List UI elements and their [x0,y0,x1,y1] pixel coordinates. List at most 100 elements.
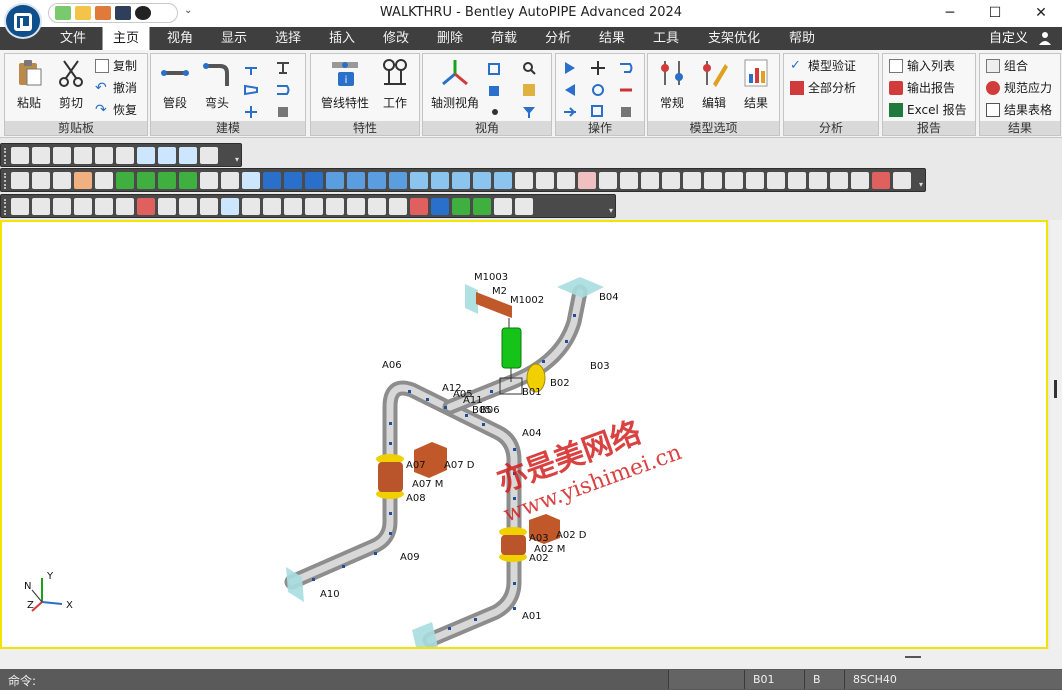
move-icon[interactable] [590,60,606,76]
copy-segment-icon[interactable] [590,104,606,120]
work-button[interactable]: 工作 [375,58,415,111]
zoom-icon[interactable] [521,60,537,76]
show-temp-icon[interactable] [578,172,596,189]
run-icon[interactable] [11,198,29,215]
result-table-button[interactable]: 结果表格 [986,100,1052,120]
close-button[interactable]: ✕ [1029,2,1053,24]
show-ruler-icon[interactable] [893,172,911,189]
show-reducer-icon[interactable] [746,172,764,189]
lock-icon[interactable] [221,172,239,189]
view-bottom-icon[interactable] [431,172,449,189]
shade-icon[interactable] [242,172,260,189]
support-icon[interactable] [275,60,291,76]
redo-button[interactable]: ↷ 恢复 [95,100,137,120]
user-account-icon[interactable] [1038,31,1052,45]
general-options-button[interactable]: 常规 [652,58,692,111]
single-view-icon[interactable] [263,172,281,189]
toolbar-grip[interactable] [4,148,7,164]
arrow-down-icon[interactable] [179,172,197,189]
pipe-properties-button[interactable]: i 管线特性 [317,58,373,111]
show-joint-icon[interactable] [767,172,785,189]
tab-tools[interactable]: 工具 [644,27,688,50]
insert-point-icon[interactable] [562,104,578,120]
piping-model-graphic[interactable]: M1003 M2 M1002 B04 B03 B02 B01 A06 A12 A… [2,222,1046,647]
arrow-up-icon[interactable] [158,172,176,189]
reducer-icon[interactable] [243,82,259,98]
minimize-button[interactable]: ─ [938,2,962,24]
support-tb-icon[interactable] [179,198,197,215]
results-options-button[interactable]: 结果 [736,58,776,111]
app-logo-icon[interactable] [4,3,42,39]
sound-icon[interactable] [515,198,533,215]
show-valve-icon[interactable] [704,172,722,189]
show-wind-icon[interactable] [851,172,869,189]
cut-button[interactable]: 剪切 [51,58,91,111]
spring-hanger[interactable] [501,327,522,369]
show-tee-icon[interactable] [725,172,743,189]
bend-button[interactable]: 弯头 [197,58,237,111]
copy-button[interactable]: 复制 [95,56,137,76]
cut-pipe-icon[interactable] [158,198,176,215]
anchor-b04[interactable] [557,277,604,298]
show-anchor-icon[interactable] [641,172,659,189]
friction-icon[interactable] [200,147,218,164]
view-top-icon[interactable] [410,172,428,189]
show-supports-icon[interactable] [515,172,533,189]
imposed-disp-icon[interactable] [305,198,323,215]
tab-view[interactable]: 视角 [158,27,202,50]
cube-front-icon[interactable] [487,82,503,98]
bend-tb-icon[interactable] [32,198,50,215]
output-report-button[interactable]: 输出报告 [889,78,955,98]
anchor-tb-icon[interactable] [200,198,218,215]
tab-results[interactable]: 结果 [590,27,634,50]
show-pressure-icon[interactable] [599,172,617,189]
excel-report-button[interactable]: Excel 报告 [889,100,967,120]
beam-tb-icon[interactable] [494,198,512,215]
tab-help[interactable]: 帮助 [778,27,826,50]
combination-button[interactable]: 组合 [986,56,1028,76]
points-view-icon[interactable] [487,104,503,120]
tab-display[interactable]: 显示 [212,27,256,50]
splitter-grip-icon[interactable] [1054,380,1057,398]
tab-insert[interactable]: 插入 [320,27,364,50]
customize-menu[interactable]: 自定义 [989,27,1028,50]
input-list-button[interactable]: 输入列表 [889,56,955,76]
panel-collapse-icon[interactable] [905,656,921,658]
hanger-icon[interactable] [95,147,113,164]
thermal-icon[interactable] [347,198,365,215]
flange-tb-icon[interactable] [137,198,155,215]
tee-icon[interactable] [243,60,259,76]
valve-tb-icon[interactable] [95,198,113,215]
view-left-icon[interactable] [494,172,512,189]
fluid-icon[interactable] [431,198,449,215]
prev-point-icon[interactable] [562,82,578,98]
spring-icon[interactable] [74,147,92,164]
show-frame-icon[interactable] [809,172,827,189]
edit-options-button[interactable]: 编辑 [694,58,734,111]
stretch-icon[interactable] [618,82,634,98]
tab-modify[interactable]: 修改 [374,27,418,50]
flexible-joint-icon[interactable] [116,198,134,215]
zoom-in-icon[interactable] [11,172,29,189]
spectrum-icon[interactable] [389,198,407,215]
valve-a02[interactable] [501,535,526,555]
iso-sw-icon[interactable] [389,172,407,189]
distributed-load-icon[interactable] [326,198,344,215]
offset-icon[interactable] [618,60,634,76]
arrow-right-icon[interactable] [137,172,155,189]
weight-icon[interactable] [263,198,281,215]
split-icon[interactable] [618,104,634,120]
cold-spring-icon[interactable] [410,198,428,215]
undo-button[interactable]: ↶ 撤消 [95,78,137,98]
show-beam-icon[interactable] [788,172,806,189]
tab-home[interactable]: 主页 [102,27,150,50]
show-flange-icon[interactable] [683,172,701,189]
tab-analysis[interactable]: 分析 [536,27,580,50]
iso-se-icon[interactable] [368,172,386,189]
arrow-left-icon[interactable] [116,172,134,189]
four-view-icon[interactable] [305,172,323,189]
all-analysis-button[interactable]: 全部分析 [790,78,856,98]
line-stop-icon[interactable] [116,147,134,164]
tab-support-optimization[interactable]: 支架优化 [700,27,768,50]
v-stop-icon[interactable] [53,147,71,164]
